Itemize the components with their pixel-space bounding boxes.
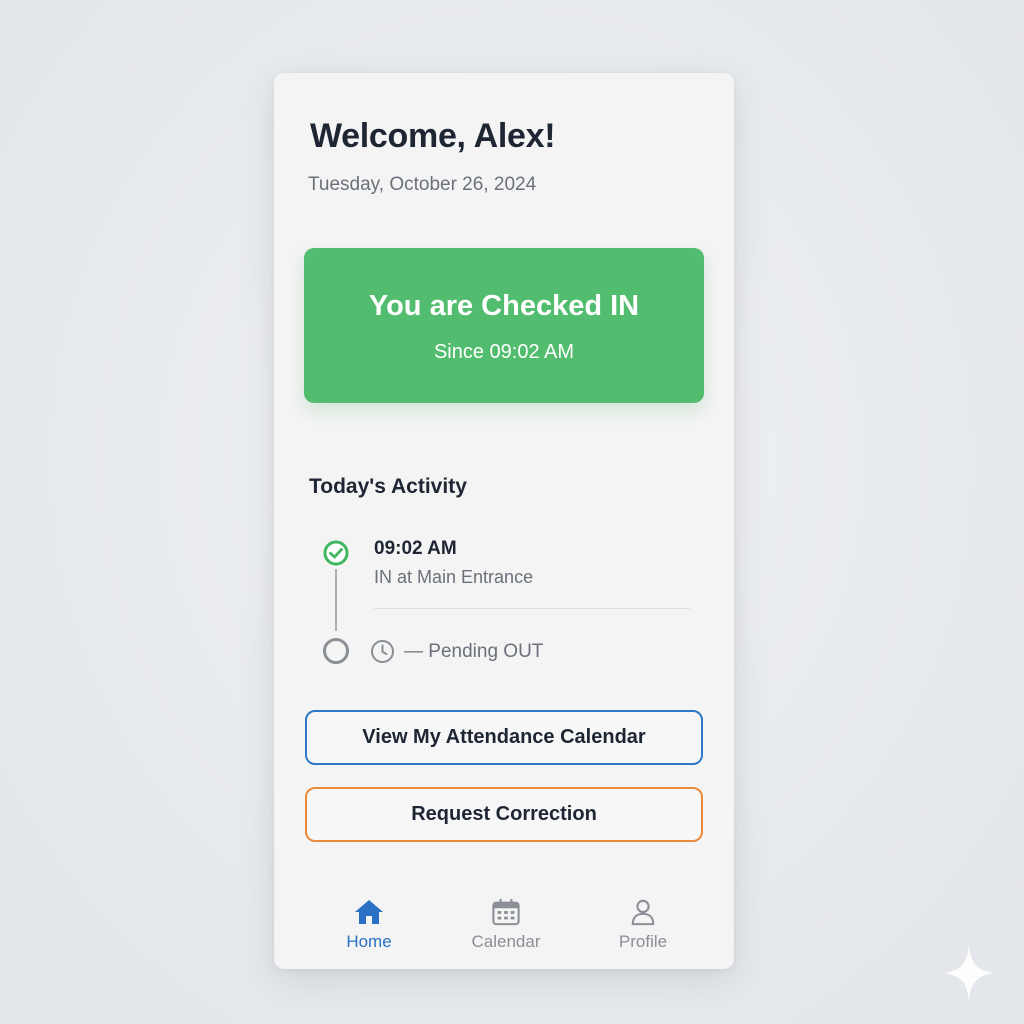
nav-label-profile: Profile: [618, 932, 668, 951]
profile-icon: [631, 899, 655, 926]
check-in-status-card: You are Checked IN Since 09:02 AM: [304, 248, 704, 403]
activity-section-title: Today's Activity: [309, 475, 467, 498]
bottom-nav: Home Calendar Profile: [274, 888, 734, 969]
welcome-heading: Welcome, Alex!: [310, 117, 556, 155]
nav-label-calendar: Calendar: [471, 932, 541, 951]
view-attendance-calendar-button[interactable]: View My Attendance Calendar: [305, 710, 703, 765]
nav-item-profile[interactable]: Profile: [583, 898, 703, 952]
calendar-icon: [492, 898, 520, 926]
pending-dot-icon: [323, 638, 349, 664]
request-correction-button[interactable]: Request Correction: [305, 787, 703, 842]
activity-divider: [374, 608, 690, 609]
home-icon: [355, 900, 383, 924]
sparkle-icon: [944, 945, 994, 1001]
activity-description: IN at Main Entrance: [374, 567, 534, 587]
status-title: You are Checked IN: [368, 290, 640, 322]
current-date: Tuesday, October 26, 2024: [308, 174, 537, 195]
activity-time: 09:02 AM: [374, 538, 457, 559]
pending-out-text: — Pending OUT: [404, 641, 544, 662]
background: Welcome, Alex! Tuesday, October 26, 2024…: [0, 0, 1024, 1024]
timeline-connector: [335, 569, 337, 631]
clock-icon: [371, 640, 394, 663]
nav-label-home: Home: [346, 932, 392, 951]
nav-item-calendar[interactable]: Calendar: [446, 898, 566, 952]
status-since: Since 09:02 AM: [433, 341, 575, 363]
check-circle-icon: [323, 540, 349, 566]
phone-screen: Welcome, Alex! Tuesday, October 26, 2024…: [274, 73, 734, 969]
nav-item-home[interactable]: Home: [309, 898, 429, 952]
